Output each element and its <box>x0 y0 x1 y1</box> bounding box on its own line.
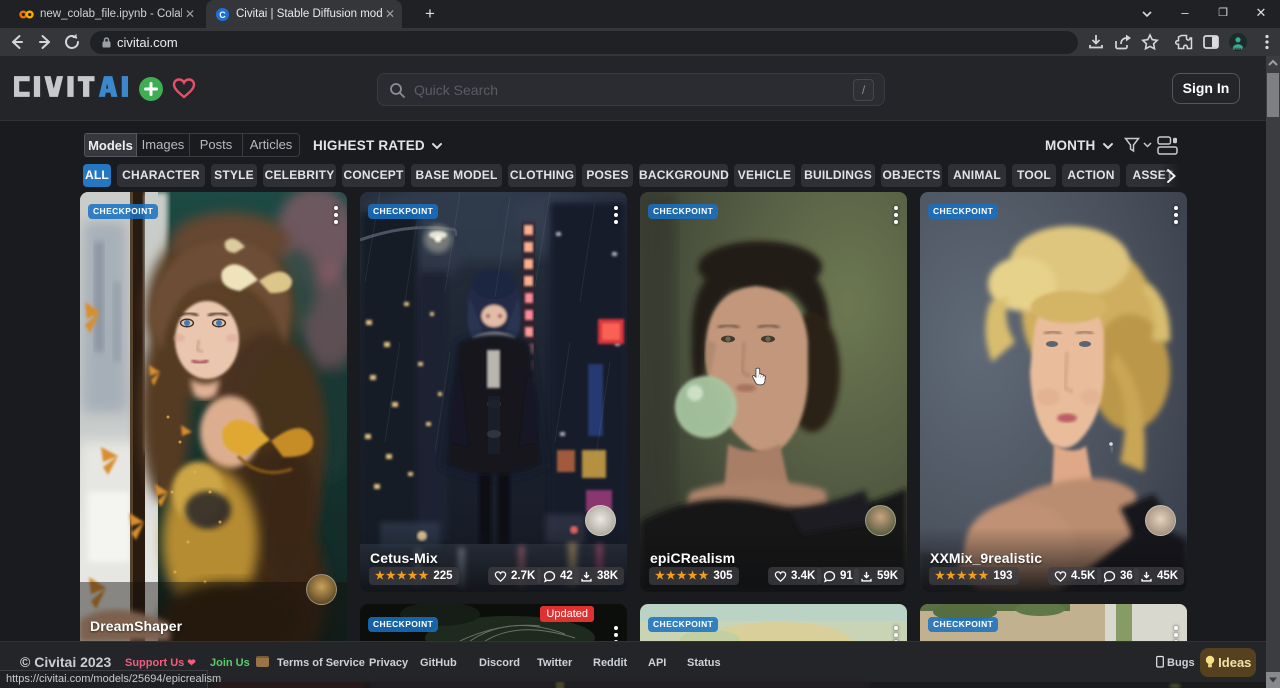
svg-text:anndnn: anndnn <box>1233 47 1244 51</box>
svg-text:C: C <box>219 9 226 19</box>
